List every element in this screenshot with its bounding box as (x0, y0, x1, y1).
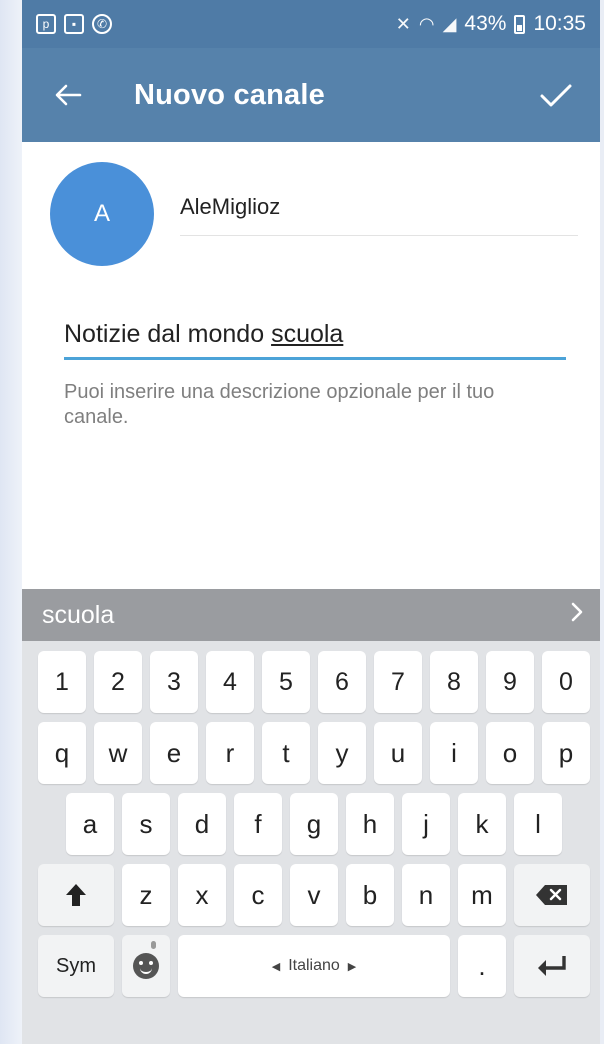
app-bar: Nuovo canale (22, 48, 600, 142)
enter-icon (538, 956, 566, 976)
key-p[interactable]: p (542, 722, 590, 784)
key-a[interactable]: a (66, 793, 114, 855)
key-b[interactable]: b (346, 864, 394, 926)
p-icon: p (36, 14, 56, 34)
key-j[interactable]: j (402, 793, 450, 855)
key-u[interactable]: u (374, 722, 422, 784)
suggestion-bar: scuola (22, 589, 600, 641)
key-o[interactable]: o (486, 722, 534, 784)
key-n[interactable]: n (402, 864, 450, 926)
key-v[interactable]: v (290, 864, 338, 926)
key-i[interactable]: i (430, 722, 478, 784)
key-y[interactable]: y (318, 722, 366, 784)
key-c[interactable]: c (234, 864, 282, 926)
key-6[interactable]: 6 (318, 651, 366, 713)
key-5[interactable]: 5 (262, 651, 310, 713)
key-9[interactable]: 9 (486, 651, 534, 713)
clock: 10:35 (533, 12, 586, 35)
language-right-arrow-icon: ▶ (347, 960, 357, 973)
battery-icon (514, 14, 526, 34)
key-t[interactable]: t (262, 722, 310, 784)
keyboard: 1 2 3 4 5 6 7 8 9 0 q w e r t y u i o p … (22, 641, 600, 1044)
space-bar[interactable]: ◀ Italiano ▶ (178, 935, 450, 997)
space-language: ◀ Italiano ▶ (272, 957, 357, 975)
backspace-icon (536, 885, 567, 905)
key-k[interactable]: k (458, 793, 506, 855)
confirm-check-icon[interactable] (528, 68, 584, 124)
key-m[interactable]: m (458, 864, 506, 926)
emoji-icon (133, 953, 159, 979)
key-4[interactable]: 4 (206, 651, 254, 713)
key-1[interactable]: 1 (38, 651, 86, 713)
key-h[interactable]: h (346, 793, 394, 855)
enter-key[interactable] (514, 935, 590, 997)
suggestion-word[interactable]: scuola (42, 601, 114, 630)
period-key[interactable]: . (458, 935, 506, 997)
status-right-icons: ✕ ◠ ◢ 43% 10:35 (396, 12, 586, 36)
key-l[interactable]: l (514, 793, 562, 855)
expand-suggestions-icon[interactable] (570, 601, 584, 630)
key-r[interactable]: r (206, 722, 254, 784)
gallery-icon: ▪ (64, 14, 84, 34)
sym-key[interactable]: Sym (38, 935, 114, 997)
key-z[interactable]: z (122, 864, 170, 926)
shift-arrow-icon (66, 884, 86, 906)
sym-label: Sym (56, 954, 96, 977)
shift-key[interactable] (38, 864, 114, 926)
description-hint: Puoi inserire una descrizione opzionale … (64, 381, 495, 428)
key-8[interactable]: 8 (430, 651, 478, 713)
key-x[interactable]: x (178, 864, 226, 926)
key-s[interactable]: s (122, 793, 170, 855)
language-label: Italiano (288, 957, 340, 974)
back-arrow-icon[interactable] (40, 67, 96, 123)
description-composing-word: scuola (271, 320, 344, 348)
key-f[interactable]: f (234, 793, 282, 855)
wifi-icon: ◠ (418, 13, 435, 34)
key-7[interactable]: 7 (374, 651, 422, 713)
avatar-initial: A (93, 200, 110, 227)
backspace-key[interactable] (514, 864, 590, 926)
screen-border-left (0, 0, 22, 1044)
key-e[interactable]: e (150, 722, 198, 784)
mute-icon: ✕ (395, 13, 411, 34)
page-title: Nuovo canale (134, 78, 325, 111)
whatsapp-icon: ✆ (92, 14, 112, 34)
key-q[interactable]: q (38, 722, 86, 784)
key-w[interactable]: w (94, 722, 142, 784)
signal-icon: ◢ (442, 13, 457, 34)
emoji-key[interactable] (122, 935, 170, 997)
screen-border-right (600, 0, 604, 1044)
key-g[interactable]: g (290, 793, 338, 855)
channel-avatar[interactable]: A (50, 162, 154, 266)
battery-percent: 43% (464, 12, 507, 35)
status-bar: p ▪ ✆ ✕ ◠ ◢ 43% 10:35 (22, 0, 600, 48)
channel-name-value: AleMiglioz (180, 194, 281, 219)
key-0[interactable]: 0 (542, 651, 590, 713)
key-d[interactable]: d (178, 793, 226, 855)
language-left-arrow-icon: ◀ (271, 960, 281, 973)
channel-name-input[interactable]: AleMiglioz (180, 186, 578, 236)
mic-mini-icon (151, 941, 156, 949)
key-3[interactable]: 3 (150, 651, 198, 713)
status-left-icons: p ▪ ✆ (36, 14, 112, 34)
phone-screen: p ▪ ✆ ✕ ◠ ◢ 43% 10:35 Nuovo canale A Ale… (22, 0, 600, 1044)
key-2[interactable]: 2 (94, 651, 142, 713)
description-text: Notizie dal mondo (64, 320, 272, 348)
channel-description-input[interactable]: Notizie dal mondo scuola (64, 312, 566, 360)
